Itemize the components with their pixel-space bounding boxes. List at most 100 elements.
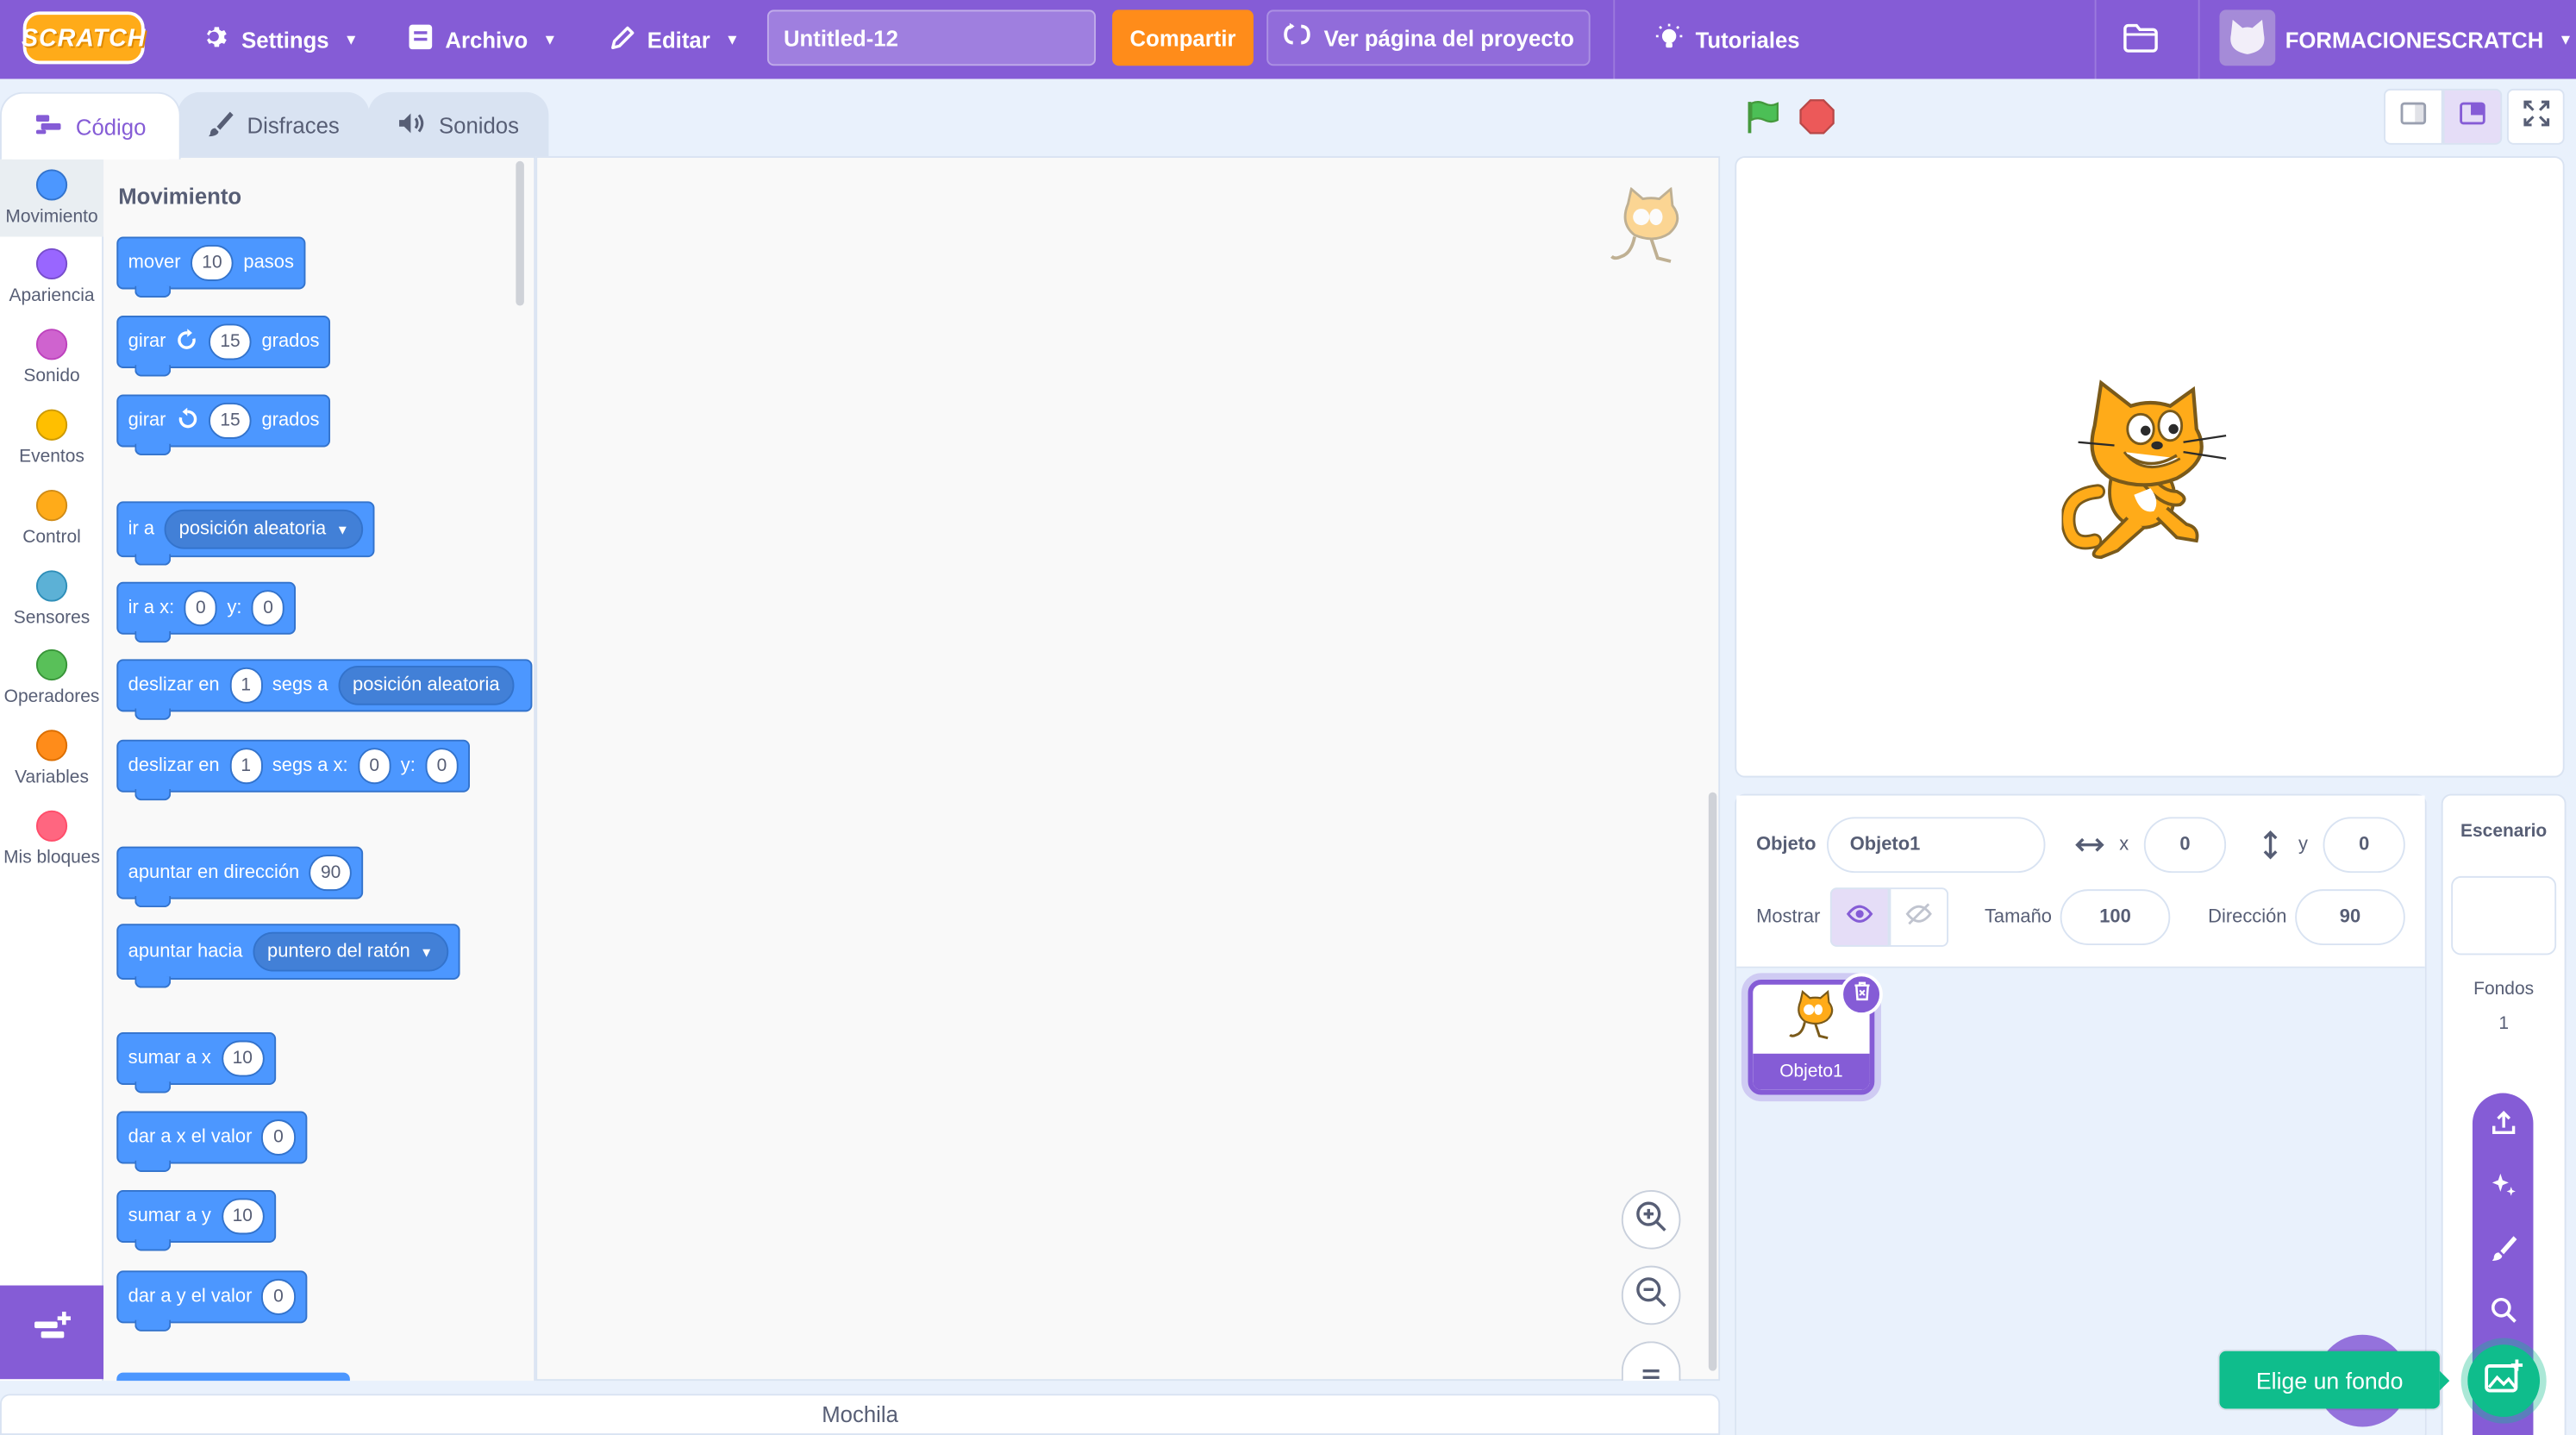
category-control[interactable]: Control: [0, 490, 103, 548]
paint-backdrop-button[interactable]: [2487, 1234, 2520, 1267]
block-turn-right[interactable]: girar 15 grados: [116, 315, 331, 377]
tab-sounds[interactable]: Sonidos: [367, 91, 549, 158]
backpack[interactable]: Mochila: [0, 1394, 1721, 1435]
block-input[interactable]: 0: [184, 590, 218, 627]
upload-backdrop-button[interactable]: [2487, 1110, 2520, 1143]
size-field[interactable]: 100: [2060, 889, 2171, 945]
block-glide-to-xy[interactable]: deslizar en 1 segs a x: 0 y: 0: [116, 739, 470, 801]
hide-sprite-button[interactable]: [1889, 887, 1949, 947]
block-input[interactable]: 10: [221, 1040, 265, 1077]
tab-code[interactable]: Código: [0, 91, 181, 160]
block-input[interactable]: 90: [309, 855, 353, 892]
dropdown-value: posición aleatoria: [353, 675, 500, 696]
sprite-name-field[interactable]: [1827, 817, 2046, 874]
block-text: y:: [400, 755, 416, 776]
avatar[interactable]: [2219, 9, 2276, 66]
show-label: Mostrar: [1756, 907, 1821, 928]
block-text: segs a x:: [272, 755, 348, 776]
script-workspace[interactable]: [535, 156, 1721, 1382]
block-move-steps[interactable]: mover 10 pasos: [116, 236, 306, 298]
block-point-towards[interactable]: apuntar hacia puntero del ratón ▼: [116, 924, 460, 988]
settings-menu[interactable]: Settings ▼: [202, 0, 359, 78]
choose-backdrop-button[interactable]: [2460, 1338, 2547, 1424]
block-set-x[interactable]: dar a x el valor 0: [116, 1111, 307, 1173]
share-button[interactable]: Compartir: [1112, 9, 1254, 66]
dropdown-arrow-icon: ▼: [335, 522, 349, 537]
block-point-in-direction[interactable]: apuntar en dirección 90: [116, 846, 365, 908]
scratch-logo[interactable]: SCRATCH: [22, 11, 145, 65]
category-dot-icon: [35, 329, 68, 360]
dropdown-arrow-icon: ▼: [420, 944, 434, 960]
fullscreen-button[interactable]: [2506, 88, 2565, 145]
block-go-to-xy[interactable]: ir a x: 0 y: 0: [116, 581, 297, 643]
project-title-input[interactable]: [766, 9, 1097, 66]
block-input[interactable]: 0: [261, 1278, 296, 1315]
category-label: Control: [22, 527, 81, 548]
my-stuff-folder-icon[interactable]: [2123, 23, 2159, 53]
category-looks[interactable]: Apariencia: [0, 248, 103, 306]
stop-button[interactable]: [1799, 98, 1835, 142]
edit-menu[interactable]: Editar ▼: [610, 0, 740, 78]
block-input[interactable]: 0: [261, 1119, 296, 1156]
stage-size-toggle: [2384, 88, 2503, 145]
category-sound[interactable]: Sonido: [0, 329, 103, 386]
block-input[interactable]: 0: [358, 748, 391, 785]
block-text: segs a: [272, 675, 328, 696]
x-field[interactable]: 0: [2143, 817, 2227, 874]
search-backdrop-button[interactable]: [2487, 1296, 2520, 1330]
normal-stage-button[interactable]: [2442, 88, 2503, 145]
workspace-scrollbar[interactable]: [1708, 792, 1717, 1371]
show-sprite-button[interactable]: [1829, 887, 1890, 947]
direction-field[interactable]: 90: [2295, 889, 2405, 945]
category-dot-icon: [35, 570, 68, 602]
block-input[interactable]: 0: [425, 748, 459, 785]
block-glide-to[interactable]: deslizar en 1 segs a posición aleatoria: [116, 659, 533, 720]
block-change-y[interactable]: sumar a y 10: [116, 1189, 276, 1251]
category-sensing[interactable]: Sensores: [0, 570, 103, 628]
delete-sprite-button[interactable]: [1840, 973, 1883, 1016]
block-set-y[interactable]: dar a y el valor 0: [116, 1270, 307, 1332]
block-dropdown[interactable]: posición aleatoria: [337, 665, 515, 705]
block-input[interactable]: 10: [190, 245, 234, 281]
category-label: Apariencia: [9, 285, 95, 306]
block-input[interactable]: 1: [229, 667, 263, 704]
file-menu[interactable]: Archivo ▼: [408, 0, 557, 78]
block-turn-left[interactable]: girar 15 grados: [116, 394, 331, 455]
block-input[interactable]: 0: [251, 590, 285, 627]
block-input[interactable]: 10: [221, 1198, 265, 1235]
add-extension-button[interactable]: [0, 1285, 105, 1380]
y-field[interactable]: 0: [2323, 817, 2405, 874]
category-motion[interactable]: Movimiento: [0, 157, 104, 237]
stage-canvas[interactable]: [1735, 156, 2565, 778]
category-variables[interactable]: Variables: [0, 730, 103, 787]
green-flag-button[interactable]: [1745, 98, 1781, 142]
tutorials-button[interactable]: Tutoriales: [1654, 0, 1800, 78]
block-text: dar a y el valor: [128, 1287, 253, 1307]
block-input[interactable]: 1: [229, 748, 263, 785]
palette-scrollbar[interactable]: [516, 160, 524, 306]
file-label: Archivo: [445, 27, 528, 53]
zoom-out-button[interactable]: [1621, 1265, 1681, 1325]
menu-bar: SCRATCH Settings ▼ Archivo ▼ Editar ▼ Co…: [0, 0, 2576, 79]
size-label: Tamaño: [1984, 907, 2052, 928]
account-menu[interactable]: FORMACIONESCRATCH ▼: [2285, 0, 2573, 78]
zoom-in-button[interactable]: [1621, 1189, 1681, 1250]
block-input[interactable]: 15: [209, 323, 253, 360]
block-go-to[interactable]: ir a posición aleatoria ▼: [116, 501, 376, 566]
category-my-blocks[interactable]: Mis bloques: [0, 810, 103, 868]
surprise-backdrop-button[interactable]: [2487, 1172, 2520, 1205]
tab-costumes[interactable]: Disfraces: [177, 91, 370, 158]
category-operators[interactable]: Operadores: [0, 649, 103, 707]
block-text: apuntar en dirección: [128, 862, 300, 883]
cat-thumbnail-icon: [1785, 989, 1838, 1056]
block-input[interactable]: 15: [209, 402, 253, 439]
stage-thumbnail[interactable]: [2451, 875, 2557, 956]
block-change-x[interactable]: sumar a x 10: [116, 1032, 276, 1093]
block-dropdown[interactable]: puntero del ratón ▼: [252, 931, 448, 972]
cat-sprite[interactable]: [2060, 376, 2236, 568]
small-stage-button[interactable]: [2384, 88, 2443, 145]
backdrop-image-icon: [2484, 1358, 2523, 1402]
block-dropdown[interactable]: posición aleatoria ▼: [164, 509, 364, 549]
see-project-page-button[interactable]: Ver página del proyecto: [1266, 9, 1591, 66]
category-events[interactable]: Eventos: [0, 409, 103, 467]
